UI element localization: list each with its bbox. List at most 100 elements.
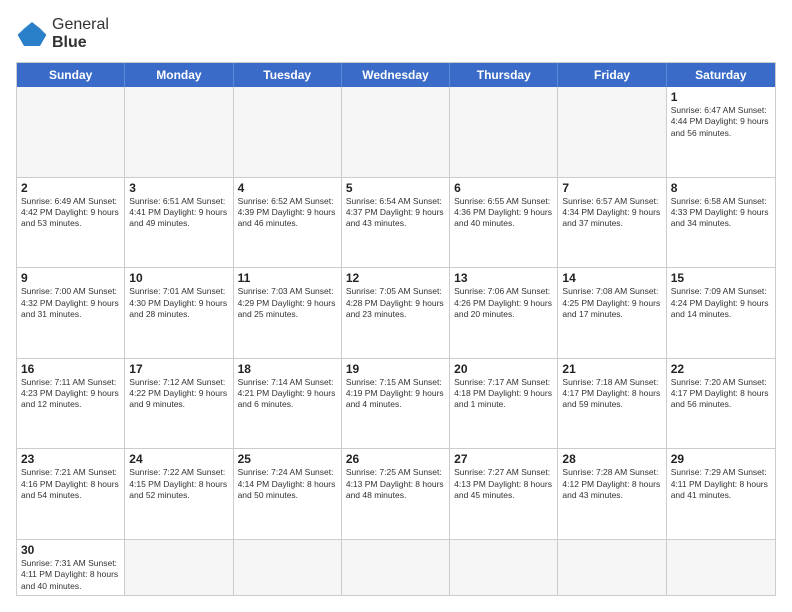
calendar: SundayMondayTuesdayWednesdayThursdayFrid…: [16, 62, 776, 596]
calendar-body: 1Sunrise: 6:47 AM Sunset: 4:44 PM Daylig…: [17, 87, 775, 595]
day-info: Sunrise: 7:14 AM Sunset: 4:21 PM Dayligh…: [238, 377, 337, 411]
table-row: [17, 87, 125, 177]
day-number: 15: [671, 271, 771, 285]
table-row: 2Sunrise: 6:49 AM Sunset: 4:42 PM Daylig…: [17, 178, 125, 268]
table-row: 13Sunrise: 7:06 AM Sunset: 4:26 PM Dayli…: [450, 268, 558, 358]
table-row: 12Sunrise: 7:05 AM Sunset: 4:28 PM Dayli…: [342, 268, 450, 358]
day-number: 9: [21, 271, 120, 285]
day-number: 13: [454, 271, 553, 285]
table-row: [667, 540, 775, 595]
day-info: Sunrise: 7:15 AM Sunset: 4:19 PM Dayligh…: [346, 377, 445, 411]
table-row: 17Sunrise: 7:12 AM Sunset: 4:22 PM Dayli…: [125, 359, 233, 449]
table-row: 4Sunrise: 6:52 AM Sunset: 4:39 PM Daylig…: [234, 178, 342, 268]
day-number: 16: [21, 362, 120, 376]
header-day-monday: Monday: [125, 63, 233, 87]
table-row: [450, 540, 558, 595]
day-number: 20: [454, 362, 553, 376]
table-row: [450, 87, 558, 177]
table-row: 3Sunrise: 6:51 AM Sunset: 4:41 PM Daylig…: [125, 178, 233, 268]
calendar-week-6: 30Sunrise: 7:31 AM Sunset: 4:11 PM Dayli…: [17, 540, 775, 595]
day-number: 25: [238, 452, 337, 466]
table-row: 9Sunrise: 7:00 AM Sunset: 4:32 PM Daylig…: [17, 268, 125, 358]
table-row: 18Sunrise: 7:14 AM Sunset: 4:21 PM Dayli…: [234, 359, 342, 449]
day-info: Sunrise: 6:57 AM Sunset: 4:34 PM Dayligh…: [562, 196, 661, 230]
day-number: 14: [562, 271, 661, 285]
table-row: 27Sunrise: 7:27 AM Sunset: 4:13 PM Dayli…: [450, 449, 558, 539]
day-info: Sunrise: 7:03 AM Sunset: 4:29 PM Dayligh…: [238, 286, 337, 320]
table-row: 8Sunrise: 6:58 AM Sunset: 4:33 PM Daylig…: [667, 178, 775, 268]
day-info: Sunrise: 7:08 AM Sunset: 4:25 PM Dayligh…: [562, 286, 661, 320]
table-row: [558, 87, 666, 177]
day-number: 11: [238, 271, 337, 285]
header-day-sunday: Sunday: [17, 63, 125, 87]
table-row: 21Sunrise: 7:18 AM Sunset: 4:17 PM Dayli…: [558, 359, 666, 449]
calendar-week-3: 9Sunrise: 7:00 AM Sunset: 4:32 PM Daylig…: [17, 268, 775, 359]
day-info: Sunrise: 7:17 AM Sunset: 4:18 PM Dayligh…: [454, 377, 553, 411]
day-info: Sunrise: 7:06 AM Sunset: 4:26 PM Dayligh…: [454, 286, 553, 320]
day-number: 17: [129, 362, 228, 376]
calendar-week-5: 23Sunrise: 7:21 AM Sunset: 4:16 PM Dayli…: [17, 449, 775, 540]
day-number: 18: [238, 362, 337, 376]
table-row: 1Sunrise: 6:47 AM Sunset: 4:44 PM Daylig…: [667, 87, 775, 177]
header-day-friday: Friday: [558, 63, 666, 87]
day-number: 22: [671, 362, 771, 376]
header-day-tuesday: Tuesday: [234, 63, 342, 87]
day-info: Sunrise: 7:05 AM Sunset: 4:28 PM Dayligh…: [346, 286, 445, 320]
table-row: [234, 540, 342, 595]
logo: General Blue: [16, 16, 109, 52]
day-number: 4: [238, 181, 337, 195]
day-info: Sunrise: 6:55 AM Sunset: 4:36 PM Dayligh…: [454, 196, 553, 230]
day-number: 3: [129, 181, 228, 195]
header-day-wednesday: Wednesday: [342, 63, 450, 87]
day-info: Sunrise: 7:29 AM Sunset: 4:11 PM Dayligh…: [671, 467, 771, 501]
day-info: Sunrise: 7:21 AM Sunset: 4:16 PM Dayligh…: [21, 467, 120, 501]
day-number: 30: [21, 543, 120, 557]
table-row: 22Sunrise: 7:20 AM Sunset: 4:17 PM Dayli…: [667, 359, 775, 449]
page: General Blue SundayMondayTuesdayWednesda…: [0, 0, 792, 612]
day-info: Sunrise: 7:12 AM Sunset: 4:22 PM Dayligh…: [129, 377, 228, 411]
table-row: 24Sunrise: 7:22 AM Sunset: 4:15 PM Dayli…: [125, 449, 233, 539]
day-info: Sunrise: 7:18 AM Sunset: 4:17 PM Dayligh…: [562, 377, 661, 411]
table-row: 11Sunrise: 7:03 AM Sunset: 4:29 PM Dayli…: [234, 268, 342, 358]
day-number: 5: [346, 181, 445, 195]
table-row: 30Sunrise: 7:31 AM Sunset: 4:11 PM Dayli…: [17, 540, 125, 595]
header-day-thursday: Thursday: [450, 63, 558, 87]
day-number: 2: [21, 181, 120, 195]
day-number: 6: [454, 181, 553, 195]
day-info: Sunrise: 7:01 AM Sunset: 4:30 PM Dayligh…: [129, 286, 228, 320]
table-row: 28Sunrise: 7:28 AM Sunset: 4:12 PM Dayli…: [558, 449, 666, 539]
table-row: [125, 540, 233, 595]
header: General Blue: [16, 16, 776, 52]
day-number: 24: [129, 452, 228, 466]
table-row: 19Sunrise: 7:15 AM Sunset: 4:19 PM Dayli…: [342, 359, 450, 449]
table-row: [125, 87, 233, 177]
day-info: Sunrise: 7:28 AM Sunset: 4:12 PM Dayligh…: [562, 467, 661, 501]
day-info: Sunrise: 7:20 AM Sunset: 4:17 PM Dayligh…: [671, 377, 771, 411]
day-number: 8: [671, 181, 771, 195]
table-row: 10Sunrise: 7:01 AM Sunset: 4:30 PM Dayli…: [125, 268, 233, 358]
day-number: 21: [562, 362, 661, 376]
day-info: Sunrise: 7:00 AM Sunset: 4:32 PM Dayligh…: [21, 286, 120, 320]
day-info: Sunrise: 7:24 AM Sunset: 4:14 PM Dayligh…: [238, 467, 337, 501]
table-row: 15Sunrise: 7:09 AM Sunset: 4:24 PM Dayli…: [667, 268, 775, 358]
day-info: Sunrise: 6:49 AM Sunset: 4:42 PM Dayligh…: [21, 196, 120, 230]
day-info: Sunrise: 7:09 AM Sunset: 4:24 PM Dayligh…: [671, 286, 771, 320]
table-row: 6Sunrise: 6:55 AM Sunset: 4:36 PM Daylig…: [450, 178, 558, 268]
calendar-week-2: 2Sunrise: 6:49 AM Sunset: 4:42 PM Daylig…: [17, 178, 775, 269]
calendar-week-4: 16Sunrise: 7:11 AM Sunset: 4:23 PM Dayli…: [17, 359, 775, 450]
day-info: Sunrise: 6:58 AM Sunset: 4:33 PM Dayligh…: [671, 196, 771, 230]
logo-text: General Blue: [52, 16, 109, 52]
day-number: 19: [346, 362, 445, 376]
table-row: [234, 87, 342, 177]
day-info: Sunrise: 7:22 AM Sunset: 4:15 PM Dayligh…: [129, 467, 228, 501]
table-row: 20Sunrise: 7:17 AM Sunset: 4:18 PM Dayli…: [450, 359, 558, 449]
day-info: Sunrise: 7:11 AM Sunset: 4:23 PM Dayligh…: [21, 377, 120, 411]
day-number: 29: [671, 452, 771, 466]
table-row: [558, 540, 666, 595]
day-number: 23: [21, 452, 120, 466]
calendar-header: SundayMondayTuesdayWednesdayThursdayFrid…: [17, 63, 775, 87]
table-row: 7Sunrise: 6:57 AM Sunset: 4:34 PM Daylig…: [558, 178, 666, 268]
table-row: 23Sunrise: 7:21 AM Sunset: 4:16 PM Dayli…: [17, 449, 125, 539]
table-row: [342, 87, 450, 177]
table-row: 5Sunrise: 6:54 AM Sunset: 4:37 PM Daylig…: [342, 178, 450, 268]
